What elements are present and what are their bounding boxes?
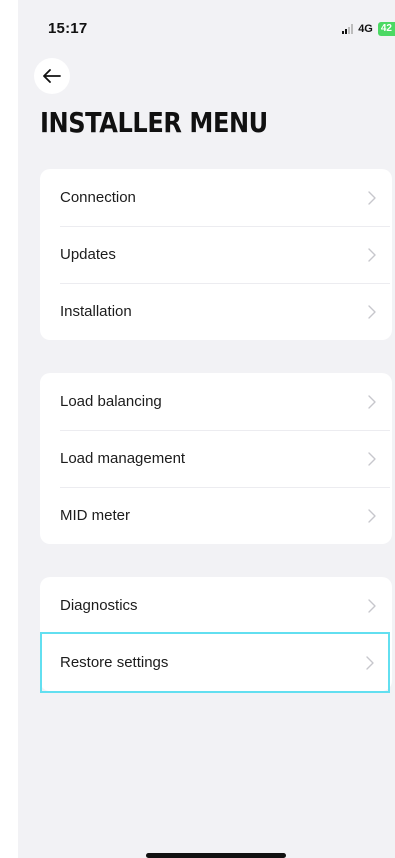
menu-item-restore-settings[interactable]: Restore settings xyxy=(40,632,390,693)
menu-item-label: Diagnostics xyxy=(60,597,138,614)
status-indicators: 4G 42 xyxy=(342,22,395,36)
status-bar: 15:17 4G 42 xyxy=(18,0,395,60)
menu-item-installation[interactable]: Installation xyxy=(40,283,390,340)
back-button[interactable] xyxy=(34,58,70,94)
menu-item-updates[interactable]: Updates xyxy=(40,226,390,283)
menu-item-load-balancing[interactable]: Load balancing xyxy=(40,373,390,430)
chevron-right-icon xyxy=(368,304,376,319)
menu-item-connection[interactable]: Connection xyxy=(40,169,390,226)
chevron-right-icon xyxy=(368,247,376,262)
menu-item-label: Connection xyxy=(60,189,136,206)
chevron-right-icon xyxy=(368,451,376,466)
menu-item-label: Load balancing xyxy=(60,393,162,410)
chevron-right-icon xyxy=(368,190,376,205)
phone-screen: 15:17 4G 42 INSTALLER MENU Connection Up… xyxy=(18,0,395,858)
menu-item-load-management[interactable]: Load management xyxy=(40,430,390,487)
menu-item-label: Restore settings xyxy=(60,654,169,671)
arrow-left-icon xyxy=(43,69,61,83)
network-type-label: 4G xyxy=(358,23,373,35)
chevron-right-icon xyxy=(368,508,376,523)
chevron-right-icon xyxy=(366,655,374,670)
menu-item-label: Updates xyxy=(60,246,116,263)
home-indicator[interactable] xyxy=(146,853,286,858)
menu-item-label: Installation xyxy=(60,303,132,320)
battery-icon: 42 xyxy=(377,22,395,36)
chevron-right-icon xyxy=(368,394,376,409)
menu-item-label: MID meter xyxy=(60,507,131,524)
page-title: INSTALLER MENU xyxy=(40,106,268,139)
menu-item-mid-meter[interactable]: MID meter xyxy=(40,487,390,544)
chevron-right-icon xyxy=(368,598,376,613)
menu-item-diagnostics[interactable]: Diagnostics xyxy=(40,577,390,634)
status-time: 15:17 xyxy=(48,20,88,37)
menu-group-connectivity: Connection Updates Installation xyxy=(40,169,392,340)
menu-group-maintenance: Diagnostics Restore settings xyxy=(40,577,392,693)
menu-group-energy: Load balancing Load management MID meter xyxy=(40,373,392,544)
signal-icon xyxy=(342,24,354,34)
menu-item-label: Load management xyxy=(60,450,186,467)
